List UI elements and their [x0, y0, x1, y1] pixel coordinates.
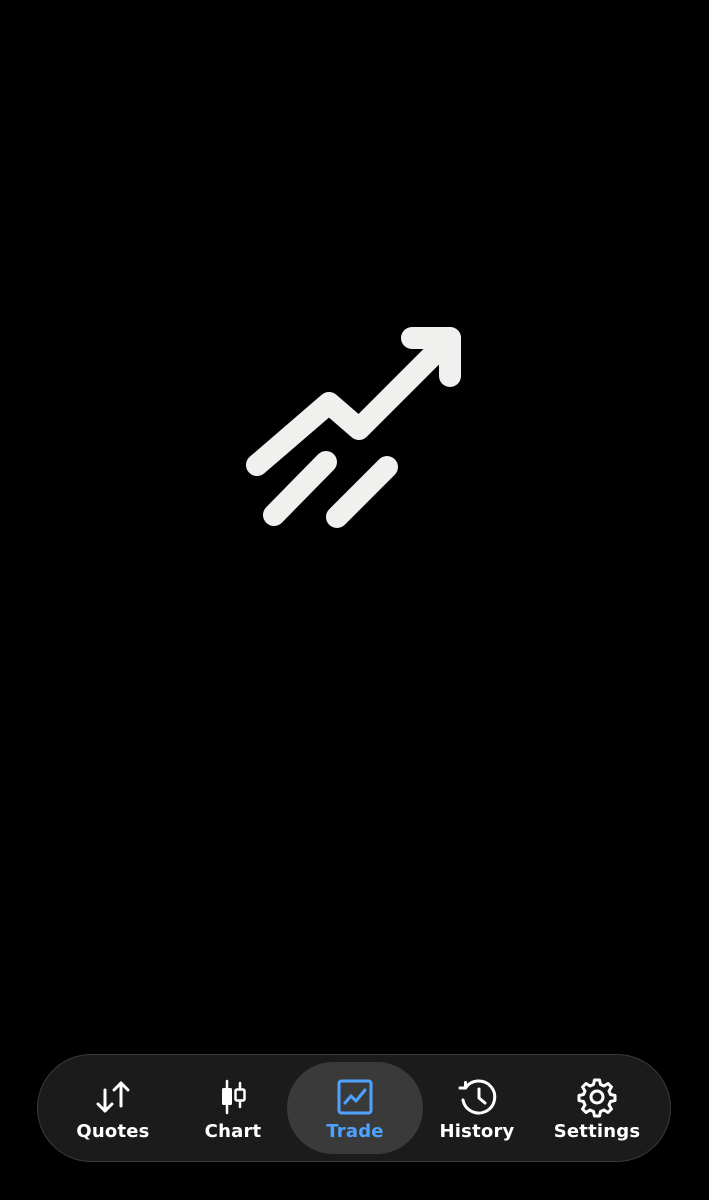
gear-icon [576, 1076, 618, 1118]
bottom-tab-bar: Quotes Chart Trade History Settings [37, 1054, 671, 1162]
tab-chart-label: Chart [204, 1120, 262, 1142]
arrows-up-down-icon [92, 1076, 134, 1118]
tab-quotes-label: Quotes [76, 1120, 150, 1142]
tab-history-label: History [439, 1120, 515, 1142]
tab-trade-label: Trade [326, 1120, 384, 1142]
tab-settings[interactable]: Settings [537, 1055, 657, 1163]
tab-history[interactable]: History [417, 1055, 537, 1163]
tab-chart[interactable]: Chart [173, 1055, 293, 1163]
line-chart-icon [334, 1076, 376, 1118]
trending-up-arrow-icon [240, 320, 470, 540]
history-clock-icon [456, 1076, 498, 1118]
tab-trade[interactable]: Trade [287, 1055, 423, 1163]
tab-settings-label: Settings [553, 1120, 641, 1142]
tab-quotes[interactable]: Quotes [53, 1055, 173, 1163]
candlestick-icon [212, 1076, 254, 1118]
